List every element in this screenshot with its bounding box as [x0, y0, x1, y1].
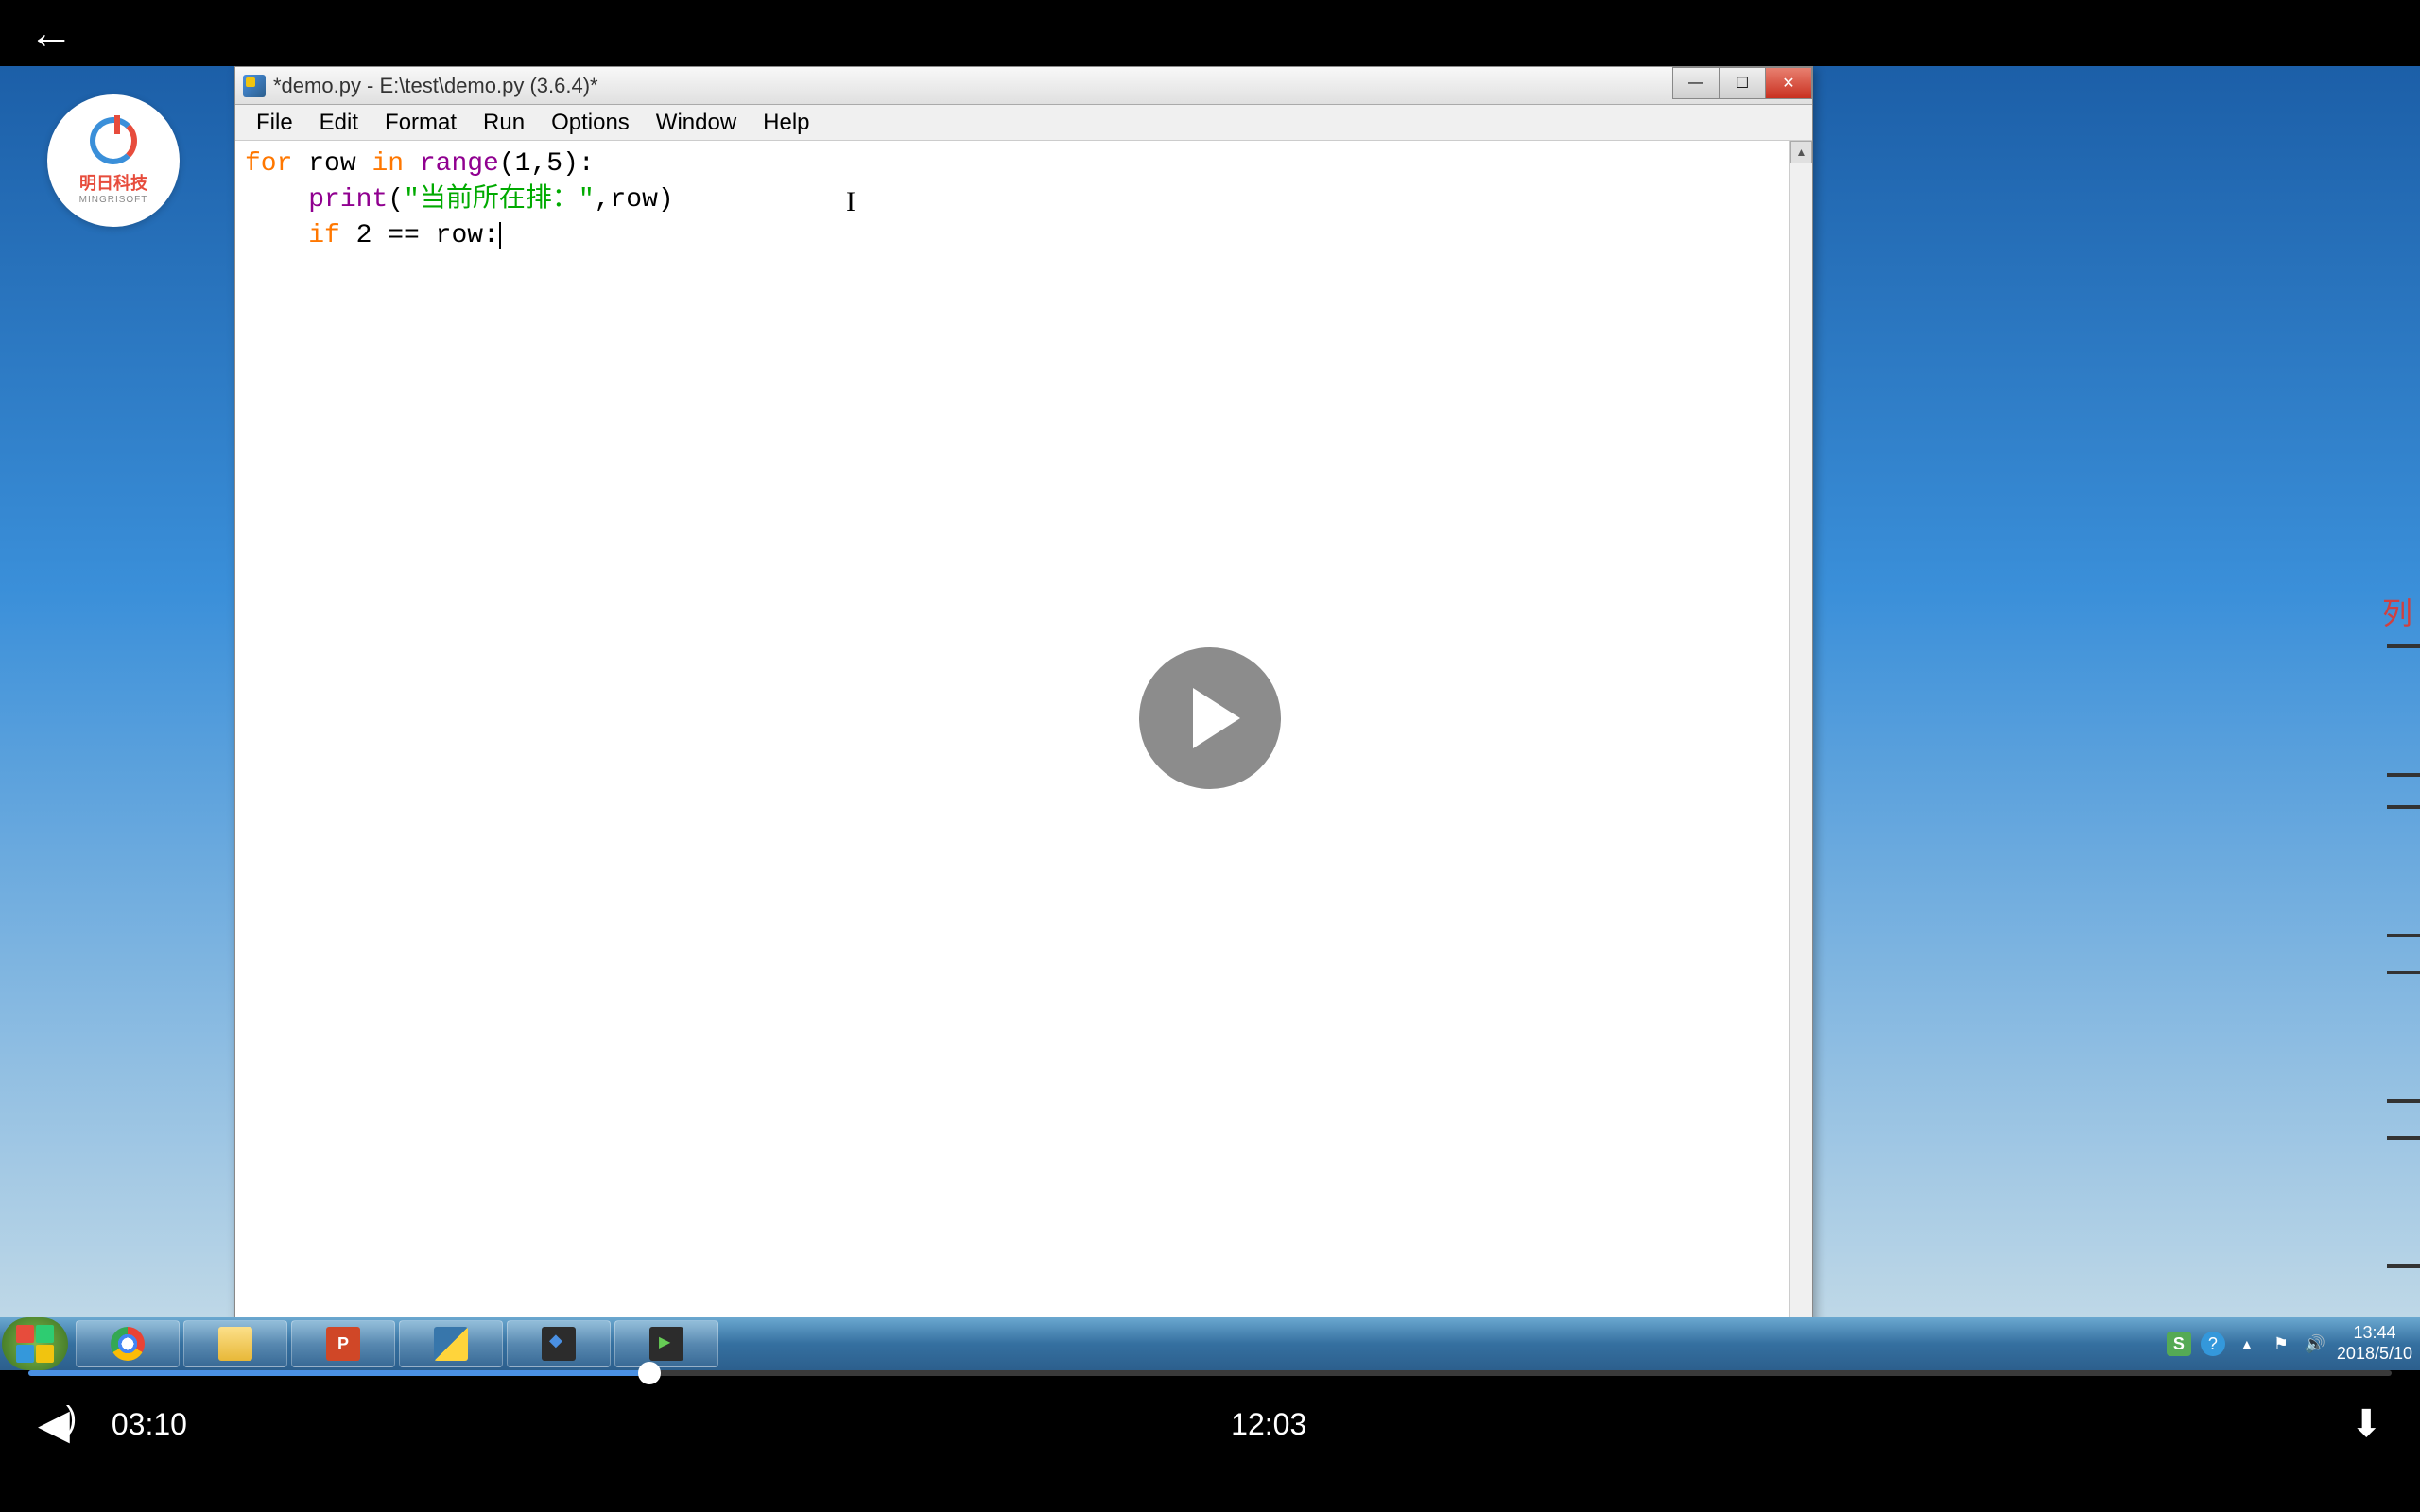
maximize-button[interactable]: ☐	[1719, 67, 1766, 99]
windows-logo-icon	[16, 1325, 54, 1363]
code-token	[245, 185, 308, 215]
video-controls: ◀ 03:10 12:03 ⬇	[0, 1370, 2420, 1453]
code-token	[245, 221, 308, 250]
menu-run[interactable]: Run	[470, 104, 538, 142]
code-token: row	[292, 149, 372, 179]
progress-fill	[28, 1370, 650, 1376]
idle-editor-window: *demo.py - E:\test\demo.py (3.6.4)* — ☐ …	[234, 66, 1813, 1361]
volume-icon[interactable]: ◀	[38, 1400, 85, 1449]
logo-text: 明日科技	[79, 170, 147, 195]
folder-icon	[218, 1327, 252, 1361]
menu-help[interactable]: Help	[750, 104, 822, 142]
diagram-box	[2387, 805, 2420, 937]
taskbar-explorer[interactable]	[183, 1320, 287, 1367]
back-arrow-icon[interactable]: ←	[28, 8, 74, 60]
taskbar-app2[interactable]	[614, 1320, 718, 1367]
taskbar-python[interactable]	[399, 1320, 503, 1367]
python-file-icon	[243, 75, 266, 97]
clock-time: 13:44	[2337, 1323, 2412, 1344]
play-icon	[1193, 688, 1240, 748]
text-caret-icon: I	[846, 184, 856, 220]
powerpoint-icon: P	[326, 1327, 360, 1361]
chrome-icon	[111, 1327, 145, 1361]
taskbar-clock[interactable]: 13:44 2018/5/10	[2337, 1323, 2412, 1364]
code-token: (	[388, 185, 404, 215]
code-token: (1,5):	[499, 149, 595, 179]
menubar: File Edit Format Run Options Window Help	[235, 105, 1812, 141]
tray-flag-icon[interactable]: ⚑	[2269, 1332, 2293, 1356]
code-token: if	[308, 221, 340, 250]
taskbar-powerpoint[interactable]: P	[291, 1320, 395, 1367]
code-token: print	[308, 185, 388, 215]
tray-volume-icon[interactable]: 🔊	[2303, 1332, 2327, 1356]
start-button[interactable]	[2, 1317, 68, 1370]
code-token: in	[372, 149, 404, 179]
menu-format[interactable]: Format	[372, 104, 470, 142]
progress-knob[interactable]	[638, 1362, 661, 1384]
code-token: "当前所在排："	[404, 185, 595, 215]
code-token: for	[245, 149, 292, 179]
window-title: *demo.py - E:\test\demo.py (3.6.4)*	[273, 74, 598, 98]
logo-icon	[90, 117, 137, 164]
tray-chevron-icon[interactable]: ▴	[2235, 1332, 2259, 1356]
clock-date: 2018/5/10	[2337, 1344, 2412, 1365]
python-icon	[434, 1327, 468, 1361]
text-cursor-icon	[499, 222, 501, 249]
diagram-label: 列	[2382, 590, 2412, 633]
close-button[interactable]: ✕	[1765, 67, 1812, 99]
vertical-scrollbar[interactable]: ▲	[1789, 141, 1812, 1360]
code-token: ,row)	[595, 185, 674, 215]
scroll-up-icon[interactable]: ▲	[1790, 141, 1812, 163]
menu-edit[interactable]: Edit	[306, 104, 372, 142]
current-time: 03:10	[112, 1407, 187, 1442]
code-editor[interactable]: for row in range(1,5): print("当前所在排：",ro…	[235, 141, 1812, 1360]
code-token: range	[404, 149, 499, 179]
app-icon	[542, 1327, 576, 1361]
code-token: 2 == row:	[340, 221, 499, 250]
duration-time: 12:03	[1231, 1407, 1306, 1442]
diagram-box	[2387, 971, 2420, 1103]
progress-bar[interactable]	[28, 1370, 2392, 1376]
diagram-box	[2387, 1136, 2420, 1268]
taskbar-chrome[interactable]	[76, 1320, 180, 1367]
tray-help-icon[interactable]: ?	[2201, 1332, 2225, 1356]
menu-window[interactable]: Window	[643, 104, 750, 142]
background-diagram: 列	[1815, 597, 2420, 1259]
diagram-box	[2387, 644, 2420, 777]
window-titlebar[interactable]: *demo.py - E:\test\demo.py (3.6.4)* — ☐ …	[235, 67, 1812, 105]
taskbar-app1[interactable]	[507, 1320, 611, 1367]
download-icon[interactable]: ⬇	[2350, 1402, 2382, 1446]
logo-subtext: MINGRISOFT	[79, 195, 148, 205]
system-tray: S ? ▴ ⚑ 🔊 13:44 2018/5/10	[2167, 1317, 2420, 1370]
menu-options[interactable]: Options	[538, 104, 643, 142]
windows-taskbar: P S ? ▴ ⚑ 🔊 13:44 2018/5/10	[0, 1317, 2420, 1370]
app-icon	[649, 1327, 683, 1361]
minimize-button[interactable]: —	[1672, 67, 1720, 99]
tray-ime-icon[interactable]: S	[2167, 1332, 2191, 1356]
bottom-letterbox	[0, 1453, 2420, 1512]
play-button[interactable]	[1139, 647, 1281, 789]
video-frame: 明日科技 MINGRISOFT *demo.py - E:\test\demo.…	[0, 66, 2420, 1370]
desktop-logo: 明日科技 MINGRISOFT	[47, 94, 180, 227]
menu-file[interactable]: File	[243, 104, 306, 142]
